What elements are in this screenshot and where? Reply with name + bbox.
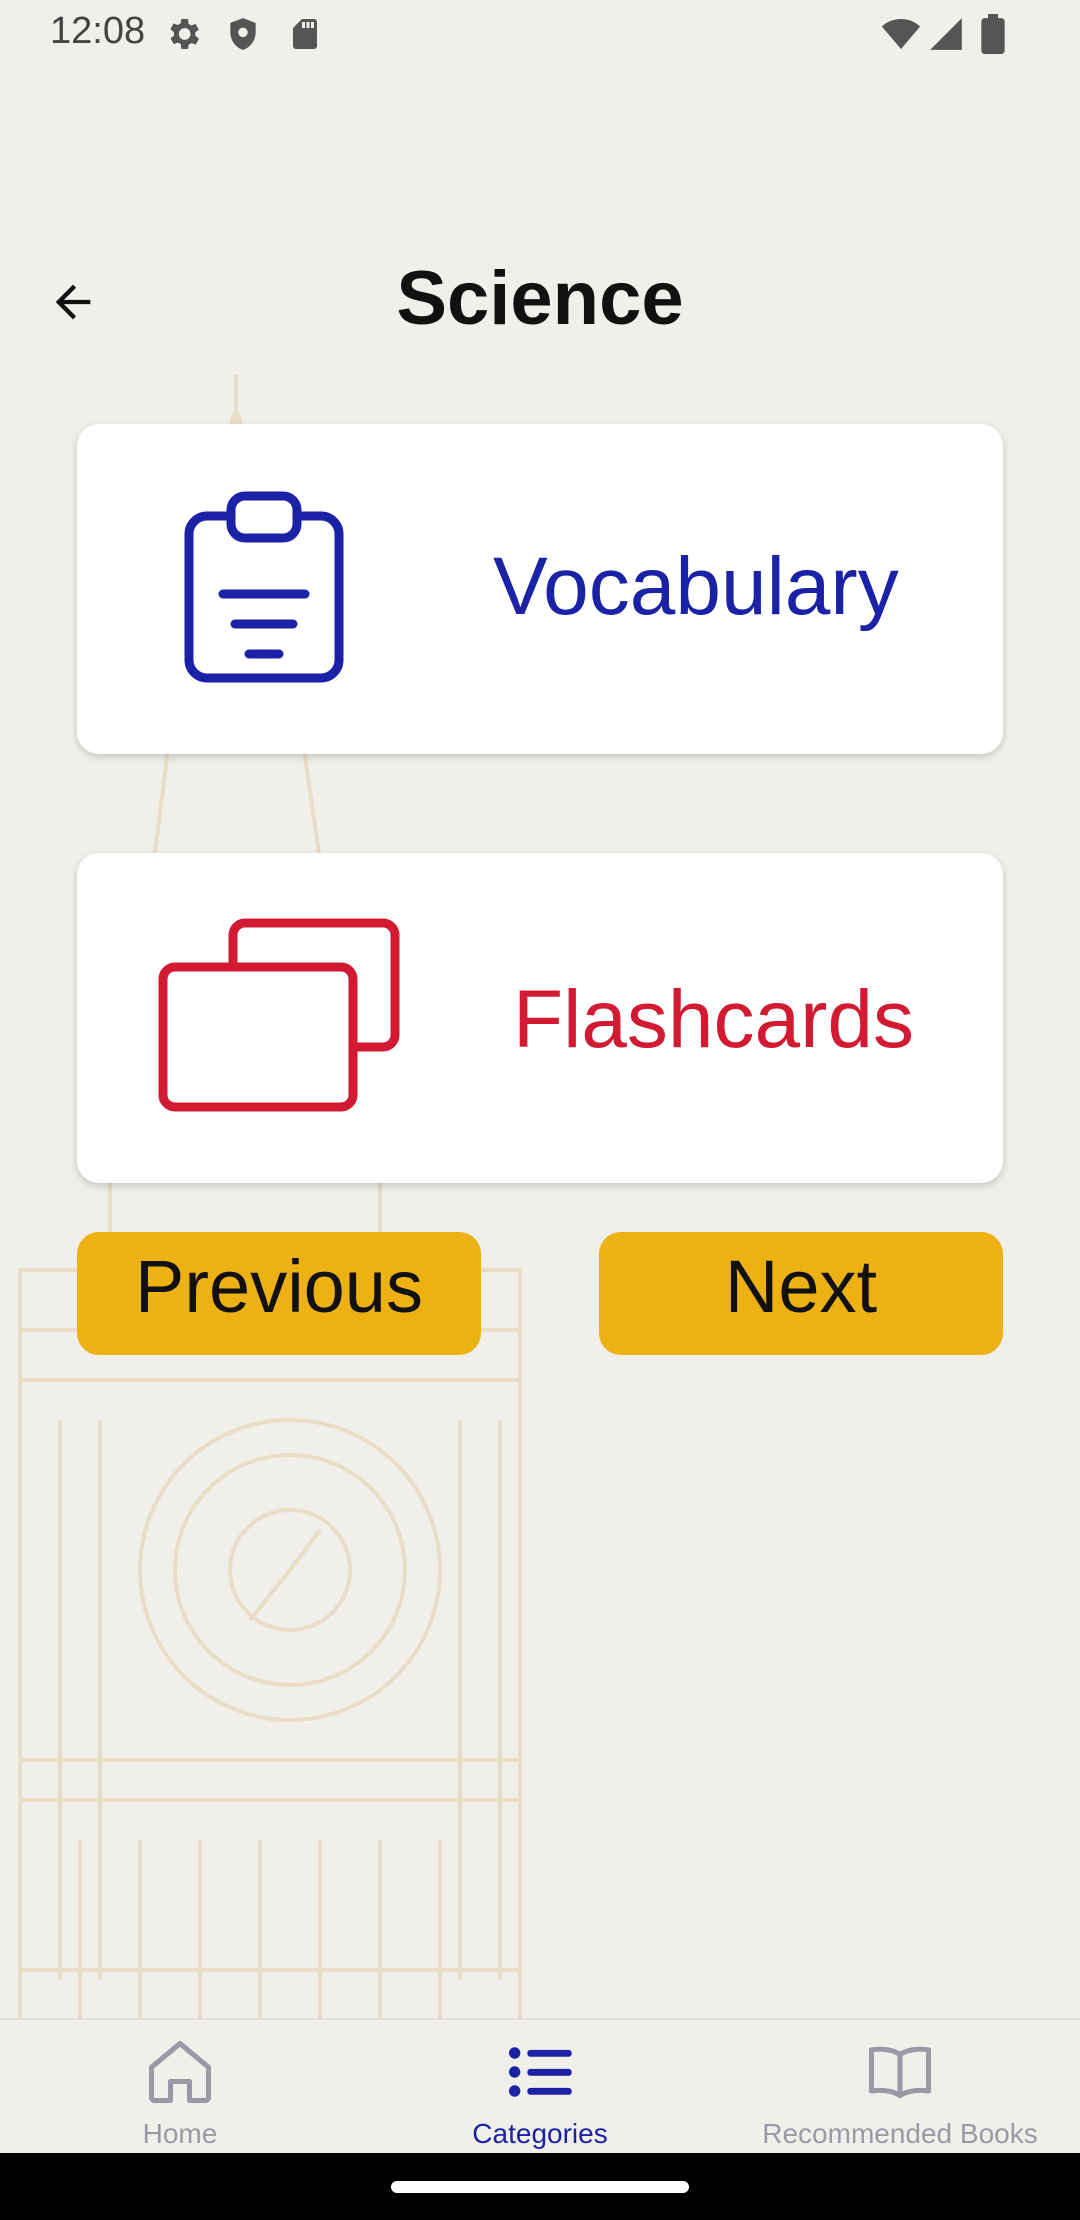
wifi-icon bbox=[880, 14, 922, 59]
status-time: 12:08 bbox=[50, 10, 146, 52]
nav-label-recommended-books: Recommended Books bbox=[762, 2118, 1038, 2149]
vocabulary-label: Vocabulary bbox=[493, 541, 899, 632]
status-bar: 12:08 bbox=[0, 0, 1080, 70]
vocabulary-card[interactable]: Vocabulary bbox=[77, 424, 1003, 754]
page-title: Science bbox=[396, 256, 684, 341]
sd-card-icon bbox=[287, 14, 323, 59]
bottom-navigation: Home Categories Recommended Books bbox=[0, 2018, 1080, 2155]
flashcards-card[interactable]: Flashcards bbox=[77, 853, 1003, 1183]
next-button-label: Next bbox=[724, 1245, 878, 1328]
nav-item-recommended-books[interactable]: Recommended Books bbox=[720, 2020, 1080, 2155]
gesture-handle[interactable] bbox=[391, 2181, 689, 2193]
nav-item-categories[interactable]: Categories bbox=[360, 2020, 720, 2155]
battery-icon bbox=[979, 14, 1007, 59]
shield-icon bbox=[224, 14, 262, 59]
nav-label-categories: Categories bbox=[472, 2118, 608, 2149]
settings-icon bbox=[163, 14, 203, 59]
previous-button-label: Previous bbox=[135, 1245, 423, 1328]
nav-label-home: Home bbox=[142, 2118, 218, 2149]
gesture-bar bbox=[0, 2153, 1080, 2220]
clipboard-list-icon bbox=[184, 491, 344, 683]
signal-icon bbox=[927, 14, 965, 59]
list-icon bbox=[508, 2047, 572, 2097]
book-icon bbox=[868, 2046, 932, 2099]
previous-button[interactable]: Previous bbox=[77, 1232, 481, 1355]
app-bar: Science bbox=[0, 225, 1080, 375]
home-icon bbox=[148, 2040, 212, 2104]
flashcards-label: Flashcards bbox=[513, 974, 915, 1065]
nav-item-home[interactable]: Home bbox=[0, 2020, 360, 2155]
flashcards-icon bbox=[158, 918, 400, 1112]
next-button[interactable]: Next bbox=[599, 1232, 1003, 1355]
